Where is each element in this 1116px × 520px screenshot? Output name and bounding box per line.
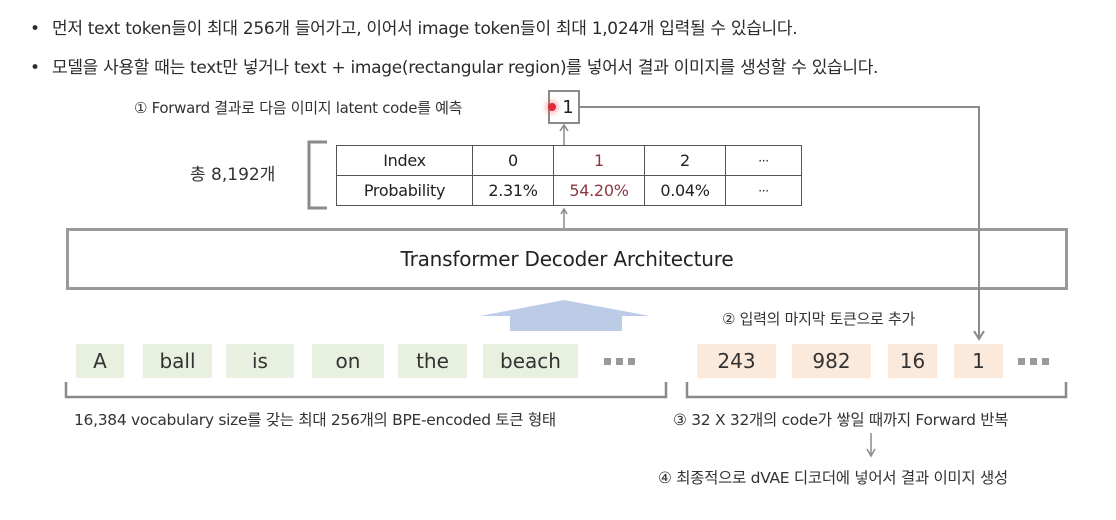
text-token: is — [226, 344, 294, 378]
probability-cell: 2.31% — [472, 175, 554, 206]
probability-header: Probability — [336, 175, 473, 206]
index-cell: 0 — [472, 145, 554, 176]
image-token-ellipsis — [1018, 358, 1049, 365]
index-cell-ellipsis: ··· — [725, 145, 802, 176]
step3-label: ③ 32 X 32개의 code가 쌓일 때까지 Forward 반복 — [673, 411, 1009, 429]
probability-cell-ellipsis: ··· — [725, 175, 802, 206]
text-token: the — [398, 344, 467, 378]
probability-cell-highlight: 54.20% — [553, 175, 645, 206]
image-token: 243 — [697, 344, 776, 378]
text-token-caption: 16,384 vocabulary size를 갖는 최대 256개의 BPE-… — [74, 411, 556, 429]
step2-label: ② 입력의 마지막 토큰으로 추가 — [722, 310, 916, 328]
step4-label: ④ 최종적으로 dVAE 디코더에 넣어서 결과 이미지 생성 — [658, 469, 1008, 487]
predicted-code-value: 1 — [562, 96, 574, 118]
probability-row: Probability 2.31% 54.20% 0.04% ··· — [336, 175, 802, 206]
probability-table: Index 0 1 2 ··· Probability 2.31% 54.20%… — [336, 145, 802, 206]
index-cell: 2 — [644, 145, 726, 176]
text-token: ball — [143, 344, 212, 378]
image-token-bracket — [685, 382, 1068, 399]
transformer-decoder-box: Transformer Decoder Architecture — [66, 228, 1068, 290]
image-token: 982 — [792, 344, 871, 378]
index-cell-highlight: 1 — [553, 145, 645, 176]
index-header: Index — [336, 145, 473, 176]
feedback-arrow — [580, 106, 980, 338]
cursor-pointer — [548, 103, 556, 111]
index-row: Index 0 1 2 ··· — [336, 145, 802, 176]
text-token: A — [76, 344, 124, 378]
probability-cell: 0.04% — [644, 175, 726, 206]
transformer-label: Transformer Decoder Architecture — [400, 247, 734, 271]
total-count-label: 총 8,192개 — [190, 165, 276, 185]
text-token-ellipsis — [604, 358, 635, 365]
total-bracket — [307, 140, 327, 210]
text-token: on — [312, 344, 384, 378]
image-token-new: 1 — [954, 344, 1003, 378]
text-token: beach — [483, 344, 578, 378]
step1-label: ① Forward 결과로 다음 이미지 latent code를 예측 — [134, 99, 463, 117]
image-token: 16 — [888, 344, 937, 378]
input-arrow — [480, 300, 650, 331]
text-token-bracket — [64, 382, 668, 399]
